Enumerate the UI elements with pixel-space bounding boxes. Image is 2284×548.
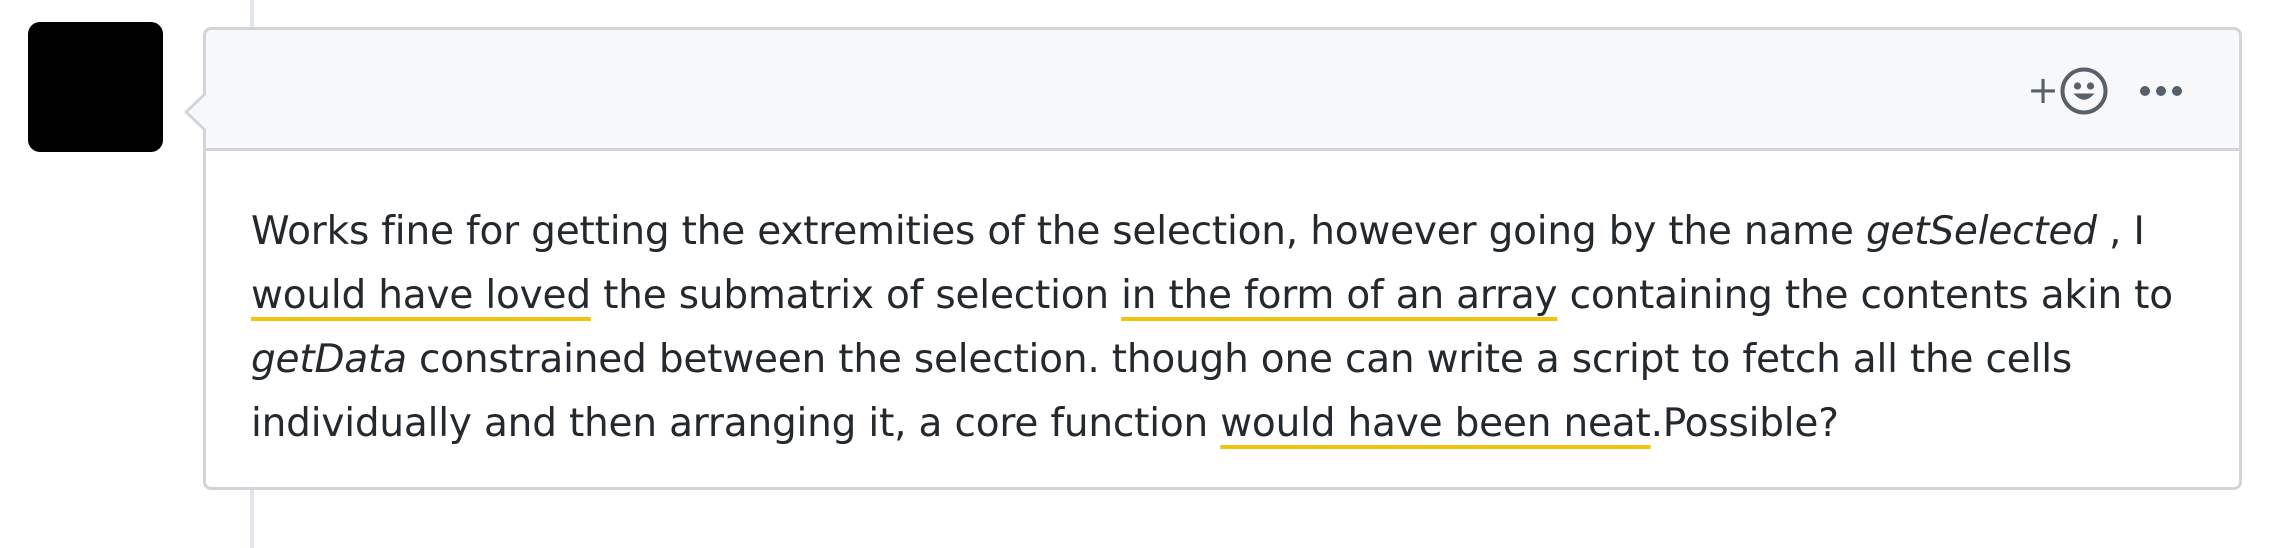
text-segment: the submatrix of selection <box>590 273 1122 318</box>
smiley-icon <box>2060 67 2108 115</box>
timeline-line-bottom <box>250 490 254 548</box>
comment-thread: + Works fine for getting the extremities… <box>0 0 2284 548</box>
italic-code-term: getSelected <box>1865 209 2097 254</box>
text-segment: .Possible? <box>1650 401 1839 446</box>
avatar[interactable] <box>28 22 163 152</box>
text-segment: Works fine for getting the extremities o… <box>251 209 1866 254</box>
highlighted-phrase: in the form of an array <box>1121 273 1558 318</box>
comment-header: + <box>206 30 2239 151</box>
text-segment: containing the contents akin to <box>1557 273 2174 318</box>
comment-text: Works fine for getting the extremities o… <box>251 200 2201 456</box>
comment-box: + Works fine for getting the extremities… <box>184 27 2242 490</box>
comment-pointer-inner <box>188 94 207 130</box>
add-reaction-button[interactable]: + <box>2027 67 2108 115</box>
highlighted-phrase: would have been neat <box>1220 401 1651 446</box>
text-segment: , I <box>2096 209 2145 254</box>
comment-actions: + <box>2027 66 2184 116</box>
more-options-button[interactable] <box>2138 84 2184 98</box>
plus-icon: + <box>2027 68 2059 112</box>
highlighted-phrase: would have loved <box>251 273 591 318</box>
kebab-horizontal-icon <box>2140 86 2182 96</box>
comment-body: Works fine for getting the extremities o… <box>251 200 2201 456</box>
italic-code-term: getData <box>251 337 407 382</box>
